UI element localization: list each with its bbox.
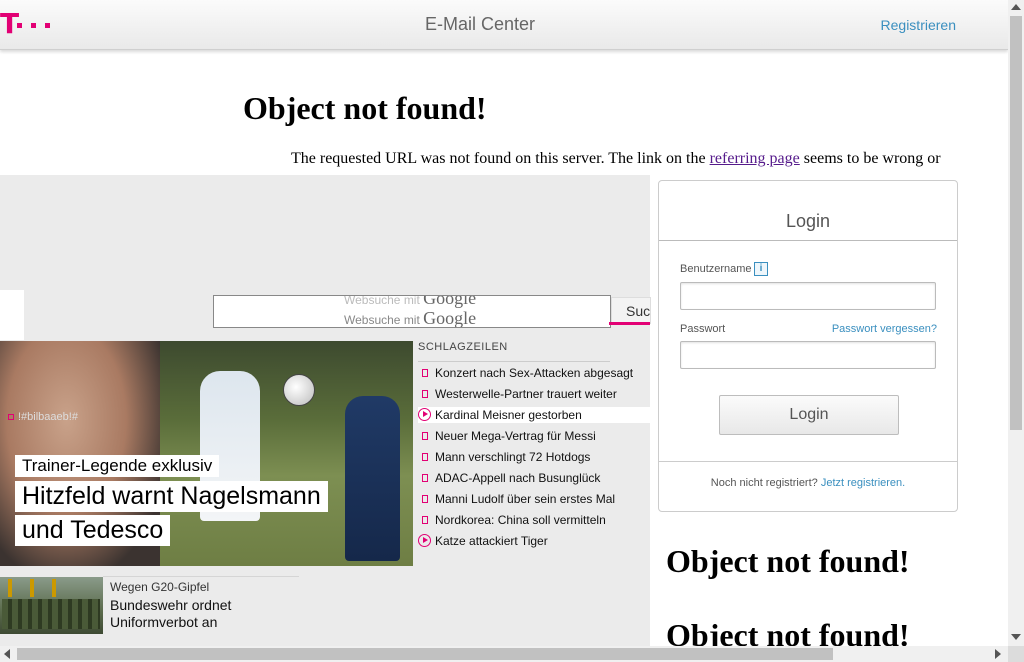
- teaser-thumbnail[interactable]: [0, 577, 103, 634]
- scroll-left-arrow-icon[interactable]: [4, 649, 10, 659]
- hero-tag: !#bilbaaeb!#: [8, 411, 78, 423]
- headlines-title: SCHLAGZEILEN: [418, 341, 610, 362]
- teaser-divider: [103, 576, 299, 577]
- error-message: The requested URL was not found on this …: [291, 150, 941, 168]
- teaser-title[interactable]: Bundeswehr ordnet Uniformverbot an: [110, 597, 290, 631]
- login-divider: [659, 240, 957, 241]
- info-icon[interactable]: i: [754, 262, 768, 276]
- headline-item[interactable]: ADAC-Appell nach Busunglück: [418, 470, 650, 486]
- vertical-scroll-thumb[interactable]: [1010, 16, 1022, 430]
- web-search-input[interactable]: Websuche mit Google Websuche mit Google: [213, 295, 611, 328]
- top-bar: T E-Mail Center Registrieren: [0, 0, 1008, 50]
- search-accent-line: [609, 322, 650, 325]
- white-strip: [0, 290, 24, 340]
- teaser-kicker[interactable]: Wegen G20-Gipfel: [110, 580, 209, 594]
- register-now-link[interactable]: Jetzt registrieren.: [821, 477, 905, 489]
- scroll-down-arrow-icon[interactable]: [1011, 634, 1021, 640]
- headline-item[interactable]: Kardinal Meisner gestorben: [418, 407, 650, 423]
- video-play-icon: [418, 408, 431, 421]
- soldiers-row: [2, 599, 100, 629]
- google-logo: Google: [423, 308, 477, 328]
- hero-player-blue: [345, 396, 400, 561]
- hero-headline-line1[interactable]: Hitzfeld warnt Nagelsmann: [15, 481, 328, 512]
- search-button[interactable]: Suc: [611, 297, 651, 324]
- username-field[interactable]: [680, 282, 936, 310]
- vertical-scrollbar[interactable]: [1008, 0, 1024, 646]
- login-button[interactable]: Login: [719, 395, 899, 435]
- scrollbar-corner: [1008, 646, 1024, 662]
- horizontal-scroll-thumb[interactable]: [17, 648, 833, 660]
- headline-item[interactable]: Mann verschlingt 72 Hotdogs: [418, 449, 650, 465]
- headline-item[interactable]: Nordkorea: China soll vermitteln: [418, 512, 650, 528]
- bullet-square-icon: [422, 432, 428, 440]
- football-icon: [283, 374, 315, 406]
- error-title-3: Object not found!: [666, 617, 910, 646]
- bullet-square-icon: [422, 369, 428, 377]
- forgot-password-link[interactable]: Passwort vergessen?: [832, 323, 937, 335]
- headline-item[interactable]: Neuer Mega-Vertrag für Messi: [418, 428, 650, 444]
- error-title-2: Object not found!: [666, 543, 910, 579]
- password-label: Passwort: [680, 323, 726, 335]
- username-label: Benutzername: [680, 263, 752, 275]
- scroll-right-arrow-icon[interactable]: [995, 649, 1001, 659]
- flag-shape: [52, 579, 56, 597]
- headline-item[interactable]: Manni Ludolf über sein erstes Mal: [418, 491, 650, 507]
- login-footer-divider: [659, 461, 957, 462]
- bullet-square-icon: [422, 516, 428, 524]
- headline-item[interactable]: Konzert nach Sex-Attacken abgesagt: [418, 365, 650, 381]
- headlines-list: SCHLAGZEILEN Konzert nach Sex-Attacken a…: [418, 341, 650, 554]
- error-text-after: seems to be wrong or: [799, 150, 941, 167]
- scroll-up-arrow-icon[interactable]: [1011, 4, 1021, 10]
- bullet-square-icon: [422, 474, 428, 482]
- headline-item[interactable]: Westerwelle-Partner trauert weiter: [418, 386, 650, 402]
- error-title: Object not found!: [243, 90, 487, 126]
- video-play-icon: [418, 534, 431, 547]
- hero-kicker[interactable]: Trainer-Legende exklusiv: [15, 455, 220, 477]
- flag-shape: [8, 579, 12, 597]
- referring-page-link[interactable]: referring page: [710, 150, 800, 167]
- login-footer: Noch nicht registriert? Jetzt registrier…: [659, 477, 957, 489]
- search-ghost-text: Websuche mit Google: [344, 295, 477, 308]
- flag-shape: [30, 579, 34, 597]
- headline-item[interactable]: Katze attackiert Tiger: [418, 533, 650, 549]
- register-link[interactable]: Registrieren: [881, 17, 956, 33]
- bullet-square-icon: [422, 495, 428, 503]
- search-placeholder: Websuche mit Google: [344, 308, 477, 328]
- footer-text: Noch nicht registriert?: [710, 477, 818, 489]
- password-field[interactable]: [680, 341, 936, 369]
- login-title: Login: [785, 211, 831, 231]
- app-title: E-Mail Center: [424, 14, 536, 34]
- bullet-square-icon: [422, 453, 428, 461]
- horizontal-scrollbar[interactable]: [0, 646, 1008, 662]
- error-text-before: The requested URL was not found on this …: [291, 150, 710, 167]
- hero-headline-line2[interactable]: und Tedesco: [15, 515, 171, 546]
- login-panel: Login Benutzername i Passwort Passwort v…: [658, 180, 958, 512]
- bullet-square-icon: [422, 390, 428, 398]
